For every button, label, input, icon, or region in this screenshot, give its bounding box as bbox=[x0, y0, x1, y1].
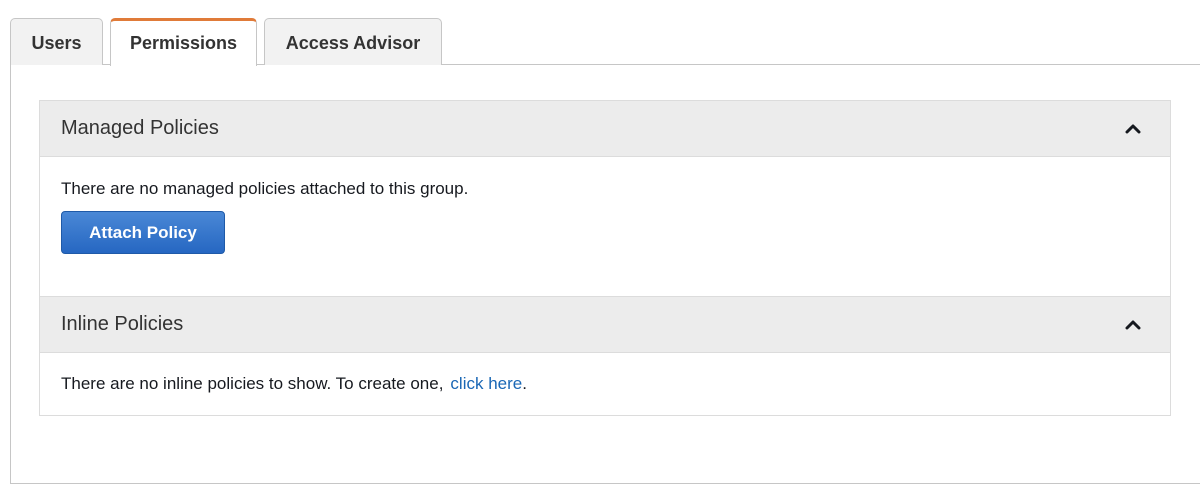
managed-policies-title: Managed Policies bbox=[61, 117, 219, 139]
managed-policies-header[interactable]: Managed Policies bbox=[40, 100, 1170, 157]
tab-users[interactable]: Users bbox=[10, 18, 103, 65]
chevron-up-icon[interactable] bbox=[1124, 122, 1142, 136]
attach-policy-button[interactable]: Attach Policy bbox=[61, 211, 225, 254]
managed-policies-body: There are no managed policies attached t… bbox=[40, 157, 1170, 296]
inline-policies-message: There are no inline policies to show. To… bbox=[61, 374, 444, 393]
inline-policies-title: Inline Policies bbox=[61, 313, 184, 335]
inline-policies-trailing-text: . bbox=[522, 374, 527, 393]
inline-policies-header[interactable]: Inline Policies bbox=[40, 296, 1170, 353]
inline-policies-body: There are no inline policies to show. To… bbox=[40, 353, 1170, 416]
tab-permissions[interactable]: Permissions bbox=[110, 18, 257, 66]
managed-policies-message: There are no managed policies attached t… bbox=[61, 179, 469, 198]
tab-bar: Users Permissions Access Advisor bbox=[10, 18, 442, 66]
tab-content-panel: Managed Policies There are no managed po… bbox=[10, 64, 1200, 484]
tab-access-advisor[interactable]: Access Advisor bbox=[264, 18, 442, 65]
managed-policies-section: Managed Policies There are no managed po… bbox=[39, 100, 1171, 296]
inline-policies-section: Inline Policies There are no inline poli… bbox=[39, 296, 1171, 416]
chevron-up-icon[interactable] bbox=[1124, 318, 1142, 332]
create-inline-policy-link[interactable]: click here bbox=[450, 374, 522, 394]
